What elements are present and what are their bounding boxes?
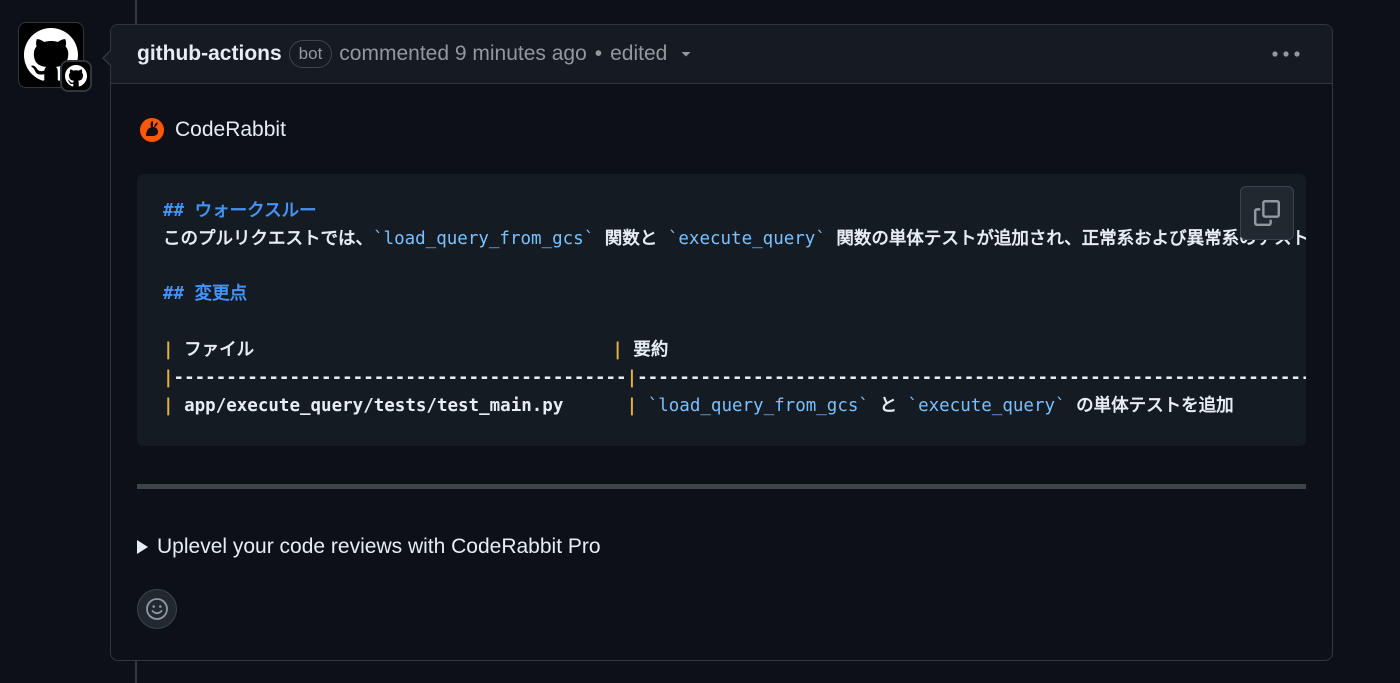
bot-badge: bot [288,40,333,68]
table-header-row: | ファイル | 要約 [163,337,1306,365]
table-pipe: | [626,367,638,388]
copy-button[interactable] [1240,186,1294,240]
inline-code-execute-query: `execute_query` [667,228,826,249]
row-mid: と [868,395,908,416]
comment-card: github-actions bot commented 9 minutes a… [102,24,1333,661]
table-pipe: | [612,339,623,360]
code-line-heading-changes: ## 変更点 [163,281,1306,309]
changes-heading: 変更点 [194,284,248,305]
smiley-icon [146,598,168,620]
edit-history-dropdown[interactable] [679,47,693,61]
table-data-row: | app/execute_query/tests/test_main.py |… [163,393,1306,421]
code-block: ## ウォークスルー このプルリクエストでは、`load_query_from_g… [137,174,1306,446]
comment-timestamp[interactable]: commented 9 minutes ago [339,42,586,66]
table-header-summary: 要約 [622,339,669,360]
horizontal-rule [137,484,1306,489]
details-summary[interactable]: Uplevel your code reviews with CodeRabbi… [137,535,1306,559]
app-badge [60,60,92,92]
summary-suffix: 関数の単体テストが追加され、正常系および異常系のテストケースが実装されています。 [836,228,1306,249]
table-row-file: app/execute_query/tests/test_main.py [173,395,627,416]
heading-marker: ## [163,201,185,221]
add-reaction-button[interactable] [137,589,177,629]
inline-code-load-query: `load_query_from_gcs` [647,395,869,416]
app-name: CodeRabbit [175,118,286,141]
heading-marker: ## [163,284,185,305]
github-app-icon [65,65,87,87]
table-pipe: | [163,367,174,388]
walkthrough-heading: ウォークスルー [194,201,317,221]
table-pipe: | [163,395,174,416]
table-header-file: ファイル [173,339,613,360]
app-title-row: CodeRabbit [137,116,1306,144]
row-suffix: の単体テストを追加 [1065,395,1234,416]
code-line-heading-walkthrough: ## ウォークスルー [163,198,1306,226]
copy-icon [1254,200,1280,226]
inline-code-load-query: `load_query_from_gcs` [373,228,595,249]
code-content: ## ウォークスルー このプルリクエストでは、`load_query_from_g… [163,198,1306,420]
table-separator-col1: ----------------------------------------… [173,367,627,388]
table-pipe: | [626,395,638,416]
comment-body: CodeRabbit ## ウォークスルー このプルリクエストでは、`load_q… [111,116,1332,629]
summary-mid: 関数と [594,228,668,249]
triangle-down-icon [681,52,691,57]
details-summary-text: Uplevel your code reviews with CodeRabbi… [157,535,601,558]
triangle-right-icon [137,540,148,554]
table-separator-row: |---------------------------------------… [163,365,1306,393]
summary-prefix: このプルリクエストでは、 [163,228,373,249]
code-line-summary: このプルリクエストでは、`load_query_from_gcs` 関数と `e… [163,226,1306,254]
kebab-horizontal-icon [1272,51,1300,57]
author-link[interactable]: github-actions [137,42,282,66]
table-separator-col2: ----------------------------------------… [637,367,1306,388]
inline-code-execute-query: `execute_query` [907,395,1066,416]
edited-label[interactable]: edited [610,42,667,66]
table-pipe: | [163,339,174,360]
coderabbit-icon [140,118,164,142]
meta-separator: • [594,42,603,65]
comment-options-button[interactable] [1270,39,1302,69]
comment-header: github-actions bot commented 9 minutes a… [111,25,1332,84]
